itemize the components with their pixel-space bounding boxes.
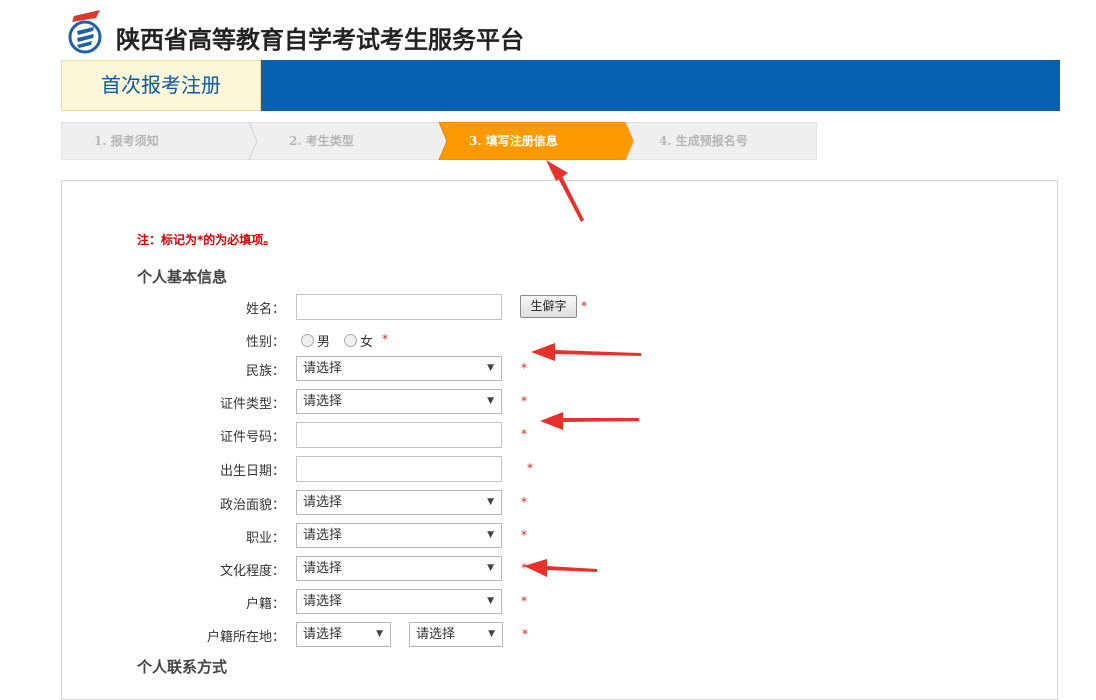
required-star: * [521, 394, 527, 408]
required-star: * [521, 594, 527, 608]
household-province-select[interactable]: 请选择 ▼ [296, 622, 391, 647]
gender-label: 性别： [245, 335, 285, 350]
id-number-row: 证件号码： * [0, 422, 1096, 448]
triangle-down-icon: ▼ [487, 363, 494, 373]
required-star: * [521, 495, 527, 509]
education-value: 请选择 [303, 561, 343, 576]
occupation-value: 请选择 [303, 528, 343, 543]
id-number-label: 证件号码： [219, 430, 285, 445]
ethnicity-row: 民族： 请选择 ▼ * [0, 356, 1096, 382]
ethnicity-label: 民族： [245, 364, 285, 379]
gender-male-option[interactable]: 男 [301, 331, 330, 350]
household-city-select[interactable]: 请选择 ▼ [409, 622, 503, 647]
required-star: * [382, 332, 388, 346]
ethnicity-select[interactable]: 请选择 ▼ [296, 356, 502, 381]
id-type-row: 证件类型： 请选择 ▼ * [0, 389, 1096, 415]
gender-female-label: 女 [360, 335, 374, 350]
name-row: 姓名： 生僻字 * [0, 294, 1096, 320]
education-row: 文化程度： 请选择 ▼ * [0, 556, 1096, 582]
education-select[interactable]: 请选择 ▼ [296, 556, 502, 581]
required-note: 注：标记为*的为必填项。 [137, 233, 276, 247]
id-type-value: 请选择 [303, 394, 343, 409]
occupation-label: 职业： [245, 531, 285, 546]
occupation-select[interactable]: 请选择 ▼ [296, 523, 502, 548]
household-select[interactable]: 请选择 ▼ [296, 589, 502, 614]
name-input[interactable] [296, 294, 502, 320]
household-label: 户籍： [245, 597, 285, 612]
platform-logo-icon [68, 10, 102, 54]
required-star: * [521, 528, 527, 542]
rare-character-button[interactable]: 生僻字 [520, 295, 577, 318]
gender-row: 性别： 男 女 * [0, 327, 1096, 353]
triangle-down-icon: ▼ [487, 396, 494, 406]
household-province-value: 请选择 [303, 627, 343, 642]
triangle-down-icon: ▼ [487, 563, 494, 573]
ethnicity-value: 请选择 [303, 361, 343, 376]
step-4-label: 4. 生成预报名号 [659, 134, 748, 148]
required-star: * [521, 361, 527, 375]
household-location-row: 户籍所在地： 请选择 ▼ 请选择 ▼ * [0, 622, 1096, 648]
required-star: * [522, 627, 528, 641]
required-star: * [581, 299, 587, 313]
education-label: 文化程度： [219, 564, 285, 579]
political-select[interactable]: 请选择 ▼ [296, 490, 502, 515]
step-3-label: 3. 填写注册信息 [469, 134, 558, 148]
political-label: 政治面貌： [219, 498, 285, 513]
gender-male-label: 男 [317, 335, 331, 350]
radio-female[interactable] [344, 334, 357, 347]
birth-date-input[interactable] [296, 456, 502, 482]
registration-steps: 1. 报考须知 2. 考生类型 3. 填写注册信息 4. 生成预报名号 [61, 122, 817, 160]
id-type-select[interactable]: 请选择 ▼ [296, 389, 502, 414]
triangle-down-icon: ▼ [488, 629, 495, 639]
household-row: 户籍： 请选择 ▼ * [0, 589, 1096, 615]
required-star: * [527, 461, 533, 475]
step-2-label: 2. 考生类型 [289, 134, 354, 148]
step-1-shape [61, 122, 258, 160]
triangle-down-icon: ▼ [487, 497, 494, 507]
triangle-down-icon: ▼ [487, 596, 494, 606]
household-value: 请选择 [303, 594, 343, 609]
radio-male[interactable] [301, 334, 314, 347]
section-basic-info: 个人基本信息 [137, 268, 228, 286]
household-city-value: 请选择 [416, 627, 456, 642]
id-type-label: 证件类型： [219, 397, 285, 412]
political-value: 请选择 [303, 495, 343, 510]
triangle-down-icon: ▼ [376, 629, 383, 639]
birth-date-label: 出生日期： [219, 464, 285, 479]
tab-first-registration[interactable]: 首次报考注册 [61, 60, 261, 111]
political-row: 政治面貌： 请选择 ▼ * [0, 490, 1096, 516]
birth-date-row: 出生日期： * [0, 456, 1096, 482]
occupation-row: 职业： 请选择 ▼ * [0, 523, 1096, 549]
step-1-label: 1. 报考须知 [94, 134, 159, 148]
required-star: * [521, 427, 527, 441]
section-contact-info: 个人联系方式 [137, 658, 228, 676]
triangle-down-icon: ▼ [487, 530, 494, 540]
id-number-input[interactable] [296, 422, 502, 448]
site-title: 陕西省高等教育自学考试考生服务平台 [116, 26, 524, 54]
gender-female-option[interactable]: 女 [344, 331, 373, 350]
household-location-label: 户籍所在地： [206, 630, 285, 645]
name-label: 姓名： [245, 302, 285, 317]
required-star: * [521, 561, 527, 575]
